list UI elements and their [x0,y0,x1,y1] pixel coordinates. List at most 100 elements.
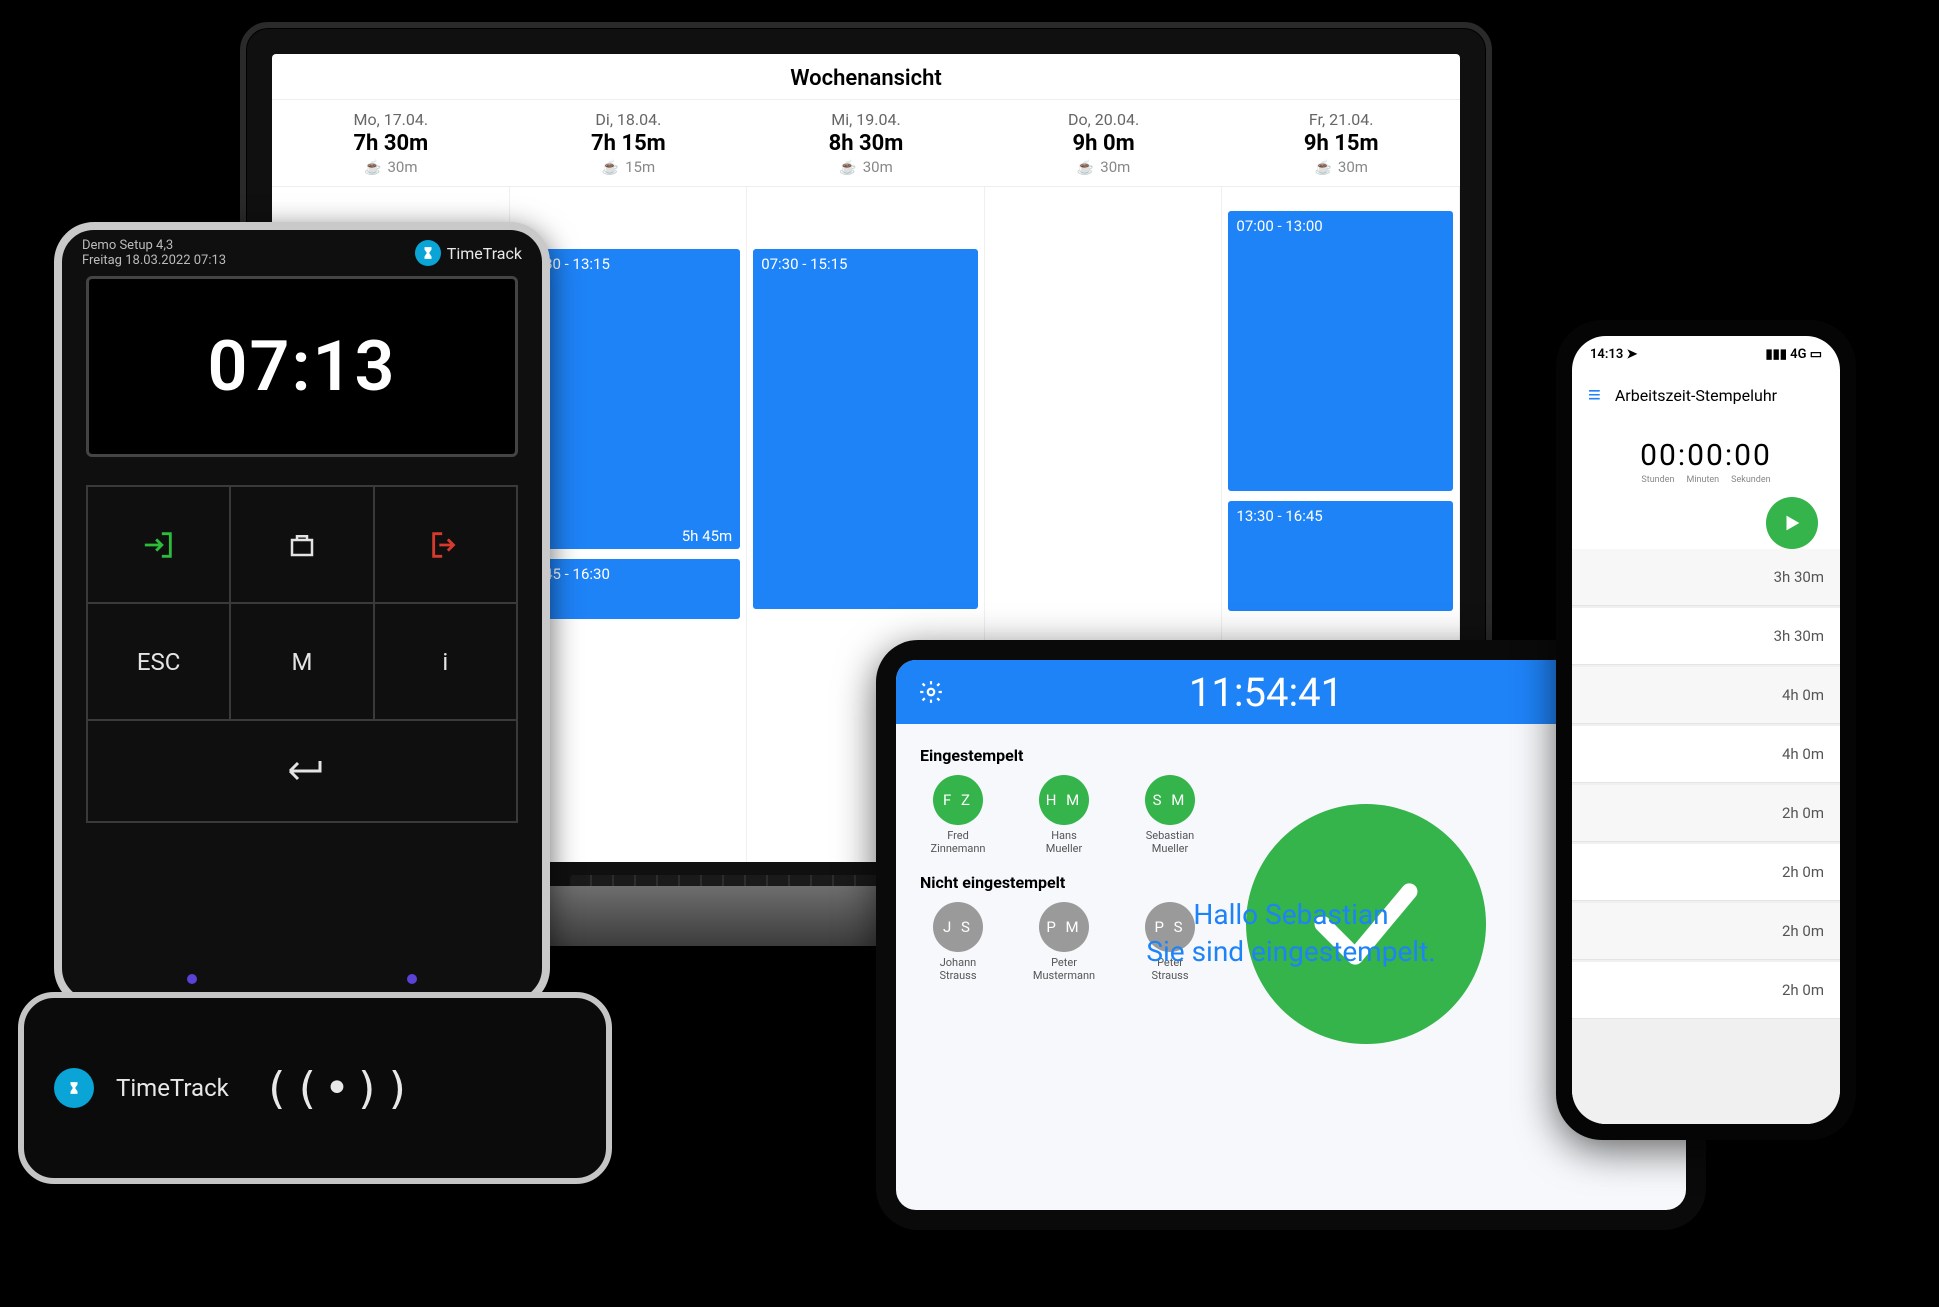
day-hours: 7h 15m [514,131,744,156]
day-break: 30m [1314,158,1367,176]
user-item[interactable]: S M SebastianMueller [1132,775,1208,855]
day-date: Di, 18.04. [514,110,744,129]
avatar: H M [1039,775,1089,825]
battery-icon: ▭ [1810,347,1822,362]
terminal-leds [187,974,417,984]
hours-label: Stunden [1641,475,1674,485]
info-button[interactable]: i [374,603,517,720]
break-button[interactable] [230,486,373,603]
menu-icon[interactable]: ≡ [1588,382,1601,408]
time-entry[interactable]: 2h 0m [1572,785,1840,842]
avatar: S M [1145,775,1195,825]
entry-duration: 4h 0m [1782,686,1824,704]
time-entry[interactable]: 3h 30m [1572,549,1840,606]
day-break: 15m [602,158,655,176]
signal-icon: ▮▮▮ [1765,347,1786,362]
location-icon: ➤ [1626,347,1637,362]
entry-duration: 3h 30m [1774,627,1824,645]
terminal-clock: 07:13 [207,326,396,408]
terminal-setup-label: Demo Setup 4,3 [82,238,226,253]
time-entry[interactable]: 2h 0m [1572,844,1840,901]
cup-icon [1077,158,1094,176]
gear-icon[interactable] [918,679,944,705]
phone-screen: 14:13 ➤ ▮▮▮ 4G ▭ ≡ Arbeitszeit-Stempeluh… [1572,336,1840,1124]
time-terminal: Demo Setup 4,3 Freitag 18.03.2022 07:13 … [54,222,550,1008]
day-hours: 9h 0m [989,131,1219,156]
time-range: 13:30 - 16:45 [1236,507,1322,525]
tablet-clock: 11:54:41 [1189,669,1343,716]
day-header: Fr, 21.04. 9h 15m 30m [1222,100,1460,186]
enter-button[interactable] [87,720,517,822]
phone-title: Arbeitszeit-Stempeluhr [1615,386,1777,405]
entry-duration: 2h 0m [1782,804,1824,822]
reader-brand: TimeTrack [116,1074,229,1102]
clock-out-button[interactable] [374,486,517,603]
time-duration: 5h 45m [682,527,732,545]
cup-icon [1314,158,1331,176]
week-header: Mo, 17.04. 7h 30m 30m Di, 18.04. 7h 15m … [272,99,1460,187]
clocked-in-heading: Eingestempelt [920,746,1662,765]
day-header: Do, 20.04. 9h 0m 30m [985,100,1223,186]
entry-duration: 3h 30m [1774,568,1824,586]
day-header: Mi, 19.04. 8h 30m 30m [747,100,985,186]
terminal-brand: TimeTrack [447,244,522,263]
timer-labels: Stunden Minuten Sekunden [1572,475,1840,485]
entry-duration: 4h 0m [1782,745,1824,763]
time-range: 07:30 - 15:15 [761,255,847,273]
day-date: Do, 20.04. [989,110,1219,129]
hourglass-icon [54,1068,94,1108]
time-entries-list[interactable]: 3h 30m 3h 30m 4h 0m 4h 0m 2h 0m 2h 0m 2h 0m 2h … [1572,549,1840,1124]
week-view-title: Wochenansicht [272,54,1460,99]
terminal-status-bar: Demo Setup 4,3 Freitag 18.03.2022 07:13 … [62,230,542,268]
entry-duration: 2h 0m [1782,981,1824,999]
phone-header: ≡ Arbeitszeit-Stempeluhr [1572,372,1840,418]
day-hours: 8h 30m [751,131,981,156]
time-block[interactable]: 07:30 - 15:15 [753,249,978,609]
entry-duration: 2h 0m [1782,922,1824,940]
cup-icon [602,158,619,176]
user-item[interactable]: F Z FredZinnemann [920,775,996,855]
terminal-clock-display: 07:13 [86,276,518,457]
cup-icon [364,158,381,176]
cup-icon [839,158,856,176]
seconds-label: Sekunden [1731,475,1770,485]
time-range: 07:00 - 13:00 [1236,217,1322,235]
user-item[interactable]: H M HansMueller [1026,775,1102,855]
time-entry[interactable]: 3h 30m [1572,608,1840,665]
nfc-icon: ((•)) [263,1063,415,1114]
network-label: 4G [1790,347,1806,362]
entry-duration: 2h 0m [1782,863,1824,881]
esc-button[interactable]: ESC [87,603,230,720]
user-name: HansMueller [1026,829,1102,855]
card-reader: TimeTrack ((•)) [18,992,612,1184]
play-button[interactable] [1766,497,1818,549]
minutes-label: Minuten [1686,475,1719,485]
day-hours: 7h 30m [276,131,506,156]
avatar: F Z [933,775,983,825]
time-entry[interactable]: 4h 0m [1572,667,1840,724]
clock-in-button[interactable] [87,486,230,603]
user-name: FredZinnemann [920,829,996,855]
time-block[interactable]: 13:30 - 16:45 [1228,501,1453,611]
terminal-date: Freitag 18.03.2022 07:13 [82,253,226,268]
phone-time: 14:13 [1590,347,1623,362]
day-header: Mo, 17.04. 7h 30m 30m [272,100,510,186]
day-date: Mi, 19.04. [751,110,981,129]
day-header: Di, 18.04. 7h 15m 15m [510,100,748,186]
user-name: SebastianMueller [1132,829,1208,855]
day-break: 30m [839,158,892,176]
day-date: Mo, 17.04. [276,110,506,129]
terminal-keypad: ESC M i [86,485,518,823]
day-hours: 9h 15m [1226,131,1456,156]
time-entry[interactable]: 4h 0m [1572,726,1840,783]
timer-display: 00:00:00 [1572,438,1840,473]
day-date: Fr, 21.04. [1226,110,1456,129]
phone-status-bar: 14:13 ➤ ▮▮▮ 4G ▭ [1572,336,1840,372]
time-block[interactable]: 07:00 - 13:00 [1228,211,1453,491]
time-entry[interactable]: 2h 0m [1572,962,1840,1019]
day-break: 30m [1077,158,1130,176]
m-button[interactable]: M [230,603,373,720]
day-break: 30m [364,158,417,176]
time-entry[interactable]: 2h 0m [1572,903,1840,960]
hourglass-icon [415,240,441,266]
